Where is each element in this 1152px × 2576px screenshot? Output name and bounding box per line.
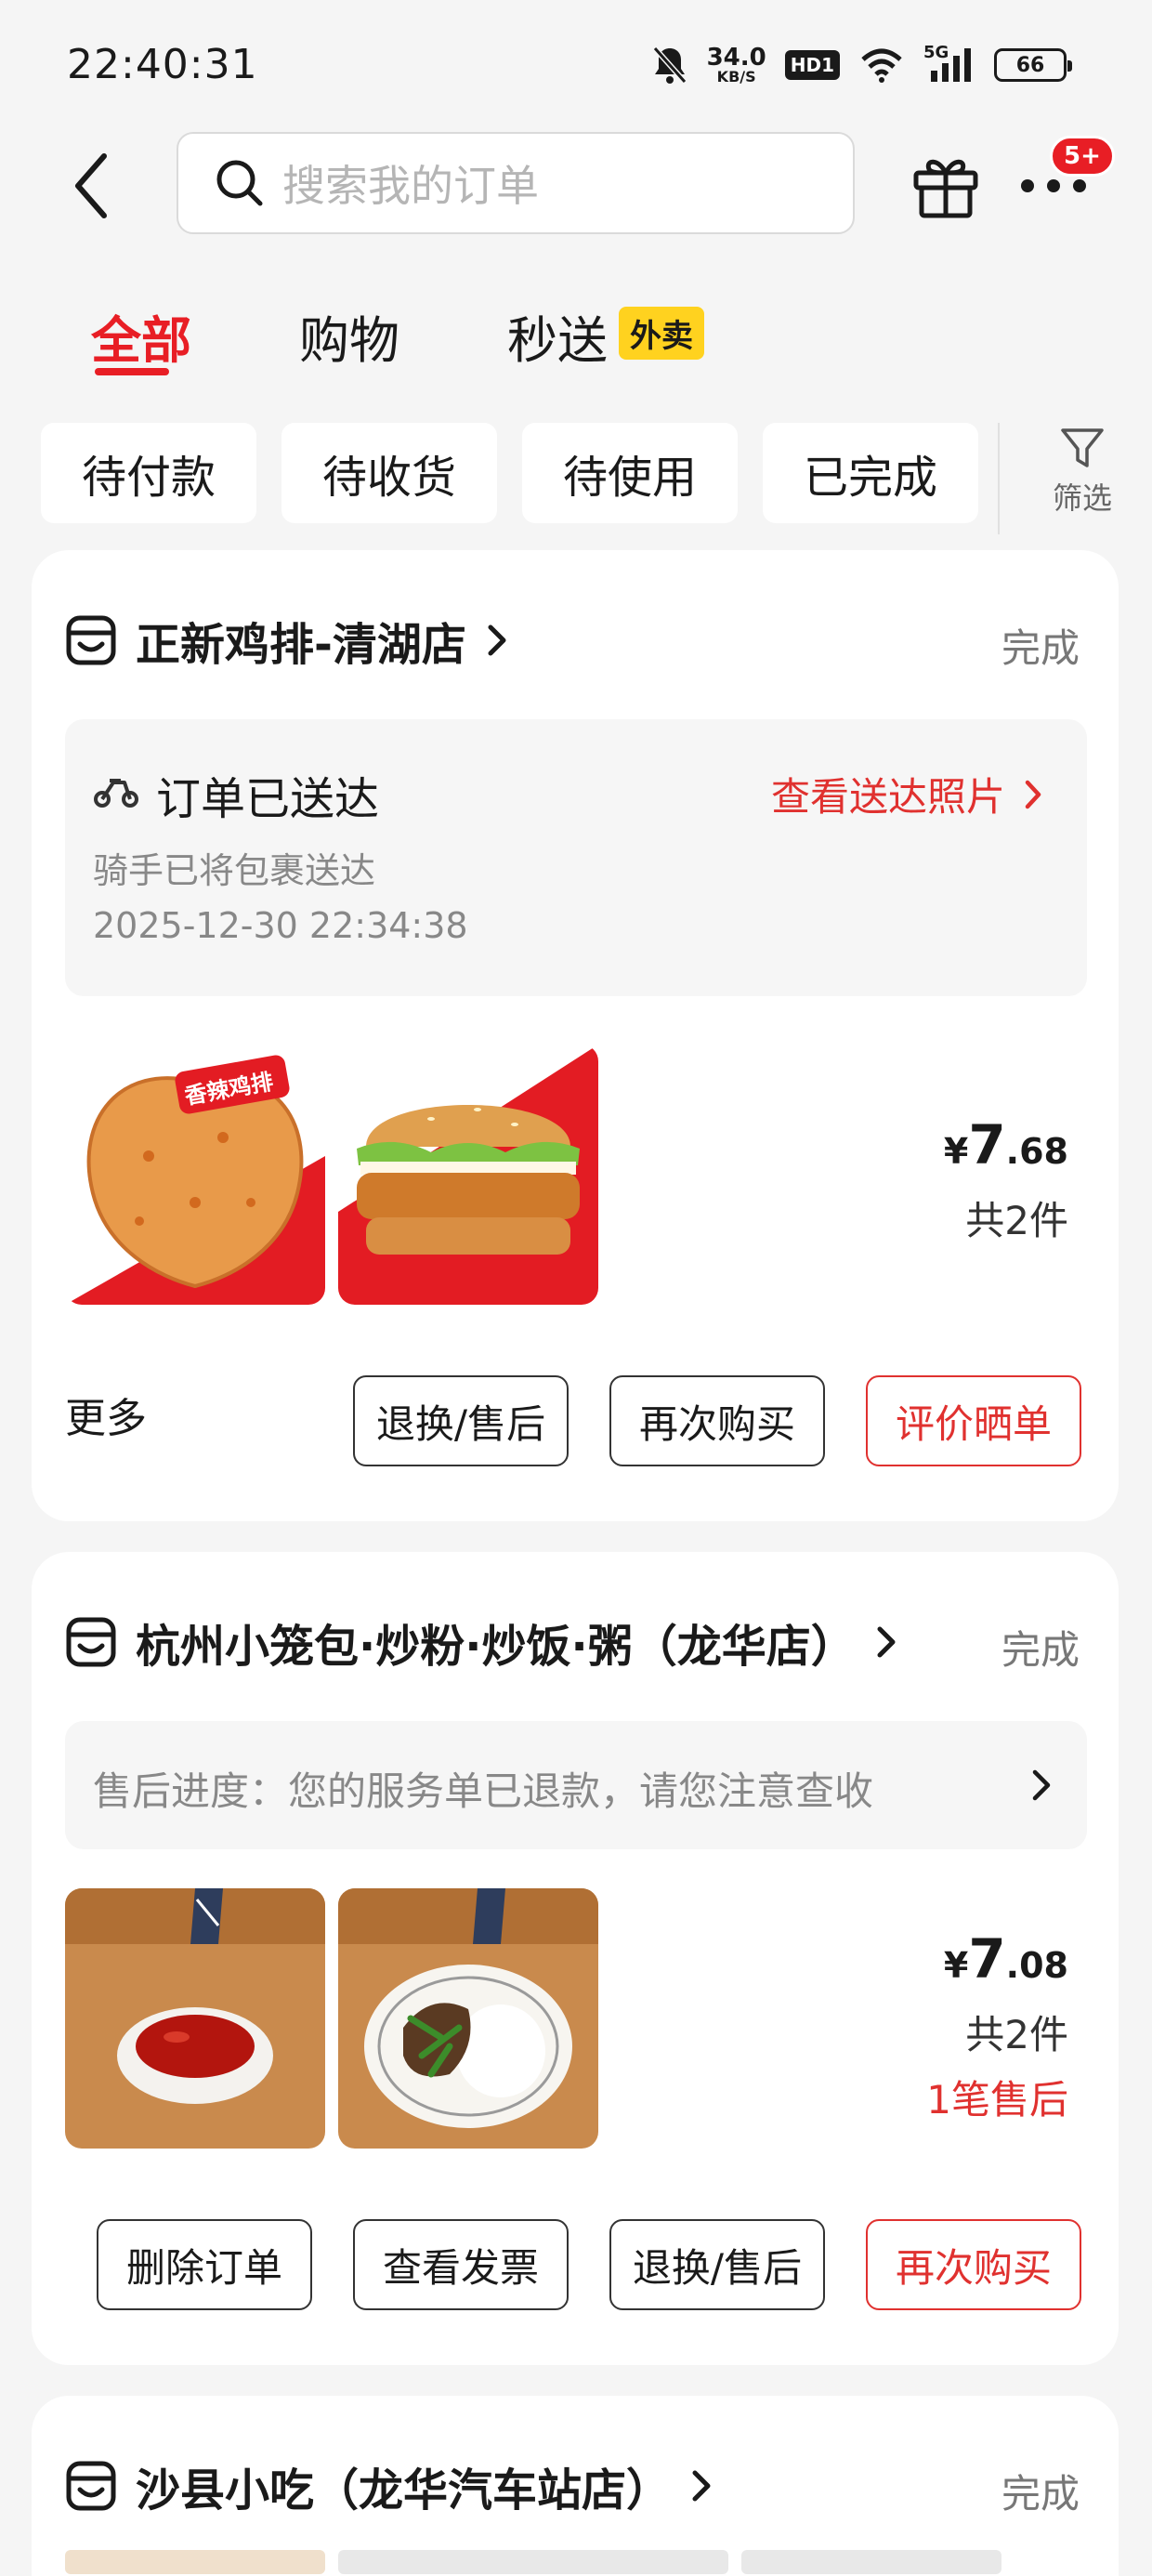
view-invoice-button[interactable]: 查看发票 (353, 2219, 569, 2310)
battery-icon: 66 (994, 48, 1072, 82)
product-image-chicken-burger[interactable] (338, 1045, 598, 1305)
search-input[interactable]: 搜索我的订单 (177, 132, 855, 234)
store-icon (66, 615, 116, 665)
delivery-time: 2025-12-30 22:34:38 (93, 905, 468, 946)
tab-instant-delivery[interactable]: 秒送 (507, 299, 608, 373)
clipped-product-thumb (65, 2550, 325, 2574)
shop-name: 正新鸡排-清湖店 (136, 619, 466, 671)
delivery-title: 订单已送达 (156, 773, 380, 825)
takeaway-tag: 外卖 (619, 307, 704, 360)
shop-name: 沙县小吃（龙华汽车站店） (136, 2464, 672, 2517)
filter-chip-pending-use[interactable]: 待使用 (522, 423, 738, 523)
aftersale-count[interactable]: 1笔售后 (926, 2069, 1068, 2125)
filter-chip-pending-receipt[interactable]: 待收货 (281, 423, 497, 523)
order-status: 完成 (1001, 1627, 1080, 1673)
return-aftersale-button[interactable]: 退换/售后 (609, 2219, 825, 2310)
filter-chip-completed[interactable]: 已完成 (763, 423, 978, 523)
notification-badge: 5+ (1050, 136, 1115, 177)
status-icons: 34.0 KB/S HD1 5G 66 (651, 43, 1072, 85)
aftersale-progress-bar[interactable]: 售后进度：您的服务单已退款，请您注意查收 (65, 1721, 1087, 1849)
view-delivery-photo-link[interactable]: 查看送达照片 (771, 766, 1042, 822)
product-image-chili-sauce[interactable] (65, 1888, 325, 2149)
net-speed: 34.0 KB/S (707, 46, 766, 85)
price-integer: 7 (968, 1113, 1006, 1176)
filter-button[interactable]: 筛选 (1041, 425, 1124, 527)
price-currency: ¥ (943, 1945, 969, 1986)
tab-all[interactable]: 全部 (91, 299, 191, 373)
product-image-fried-chicken[interactable]: 香辣鸡排 (65, 1045, 325, 1305)
more-button[interactable]: 更多 (65, 1385, 147, 1444)
review-button[interactable]: 评价晒单 (866, 1375, 1081, 1466)
view-delivery-photo-label: 查看送达照片 (770, 774, 1005, 820)
clipped-content (741, 2550, 1001, 2574)
filter-chip-pending-payment[interactable]: 待付款 (41, 423, 256, 523)
chevron-right-icon (1032, 1769, 1051, 1801)
header: 搜索我的订单 5+ (0, 130, 1152, 242)
chevron-right-icon (692, 2470, 711, 2502)
delivery-subtext: 骑手已将包裹送达 (93, 850, 376, 891)
clipped-content (338, 2550, 728, 2574)
hd-badge: HD1 (784, 50, 840, 80)
search-placeholder: 搜索我的订单 (282, 161, 539, 211)
clipped-content-row (65, 2550, 1050, 2576)
chili-sauce-image (65, 1888, 325, 2149)
shop-name: 杭州小笼包·炒粉·炒饭·粥（龙华店） (136, 1621, 856, 1673)
status-bar: 22:40:31 34.0 KB/S HD1 5G 66 (0, 0, 1152, 130)
gift-icon[interactable] (910, 149, 981, 219)
buy-again-button[interactable]: 再次购买 (609, 1375, 825, 1466)
status-time: 22:40:31 (67, 41, 258, 88)
signal-label: 5G (923, 43, 949, 62)
cellular-signal-icon: 5G (923, 43, 975, 84)
tab-shopping[interactable]: 购物 (299, 299, 399, 373)
shop-header[interactable]: 杭州小笼包·炒粉·炒饭·粥（龙华店） (65, 1610, 897, 1675)
mute-bell-icon (652, 46, 687, 84)
chevron-right-icon (1025, 780, 1041, 808)
funnel-icon (1061, 428, 1104, 467)
buy-again-button[interactable]: 再次购买 (866, 2219, 1081, 2310)
chevron-right-icon (877, 1626, 896, 1658)
price-decimal: .68 (1005, 1131, 1068, 1172)
order-card[interactable]: 杭州小笼包·炒粉·炒饭·粥（龙华店） 完成 售后进度：您的服务单已退款，请您注意… (32, 1552, 1119, 2365)
delete-order-button[interactable]: 删除订单 (97, 2219, 312, 2310)
order-price: ¥ 7 .68 (944, 1113, 1068, 1176)
active-tab-indicator (95, 368, 169, 375)
price-integer: 7 (968, 1927, 1006, 1991)
price-decimal: .08 (1005, 1945, 1068, 1986)
net-speed-unit: KB/S (716, 68, 756, 85)
beef-rice-image (338, 1888, 598, 2149)
order-price: ¥ 7 .08 (944, 1927, 1068, 1991)
chicken-burger-image (338, 1045, 598, 1305)
item-count: 共2件 (965, 2012, 1068, 2057)
return-aftersale-button[interactable]: 退换/售后 (353, 1375, 569, 1466)
delivery-status-box[interactable]: 订单已送达 查看送达照片 骑手已将包裹送达 2025-12-30 22:34:3… (65, 719, 1087, 996)
price-currency: ¥ (943, 1131, 969, 1172)
aftersale-progress-text: 售后进度：您的服务单已退款，请您注意查收 (93, 1768, 874, 1814)
search-icon (216, 160, 263, 206)
order-card[interactable]: 沙县小吃（龙华汽车站店） 完成 (32, 2396, 1119, 2576)
filter-bar: 待付款 待收货 待使用 已完成 筛选 (0, 423, 1152, 534)
chevron-right-icon (488, 624, 506, 656)
order-status: 完成 (1001, 625, 1080, 671)
product-image-beef-rice[interactable] (338, 1888, 598, 2149)
order-status: 完成 (1001, 2471, 1080, 2517)
store-icon (66, 2461, 116, 2511)
store-icon (66, 1617, 116, 1667)
tab-bar: 全部 购物 秒送 外卖 (0, 288, 1152, 381)
order-card[interactable]: 正新鸡排-清湖店 完成 订单已送达 查看送达照片 骑手已将包裹送达 2025-1… (32, 550, 1119, 1521)
item-count: 共2件 (965, 1198, 1068, 1243)
shop-header[interactable]: 沙县小吃（龙华汽车站店） (65, 2453, 712, 2518)
wifi-icon (861, 48, 902, 83)
battery-level: 66 (1015, 53, 1045, 77)
filter-label: 筛选 (1052, 480, 1112, 516)
back-button[interactable] (65, 149, 121, 223)
net-speed-value: 34.0 (706, 44, 766, 72)
filter-divider (998, 423, 1000, 534)
shop-header[interactable]: 正新鸡排-清湖店 (65, 608, 507, 673)
scooter-icon (94, 779, 138, 808)
